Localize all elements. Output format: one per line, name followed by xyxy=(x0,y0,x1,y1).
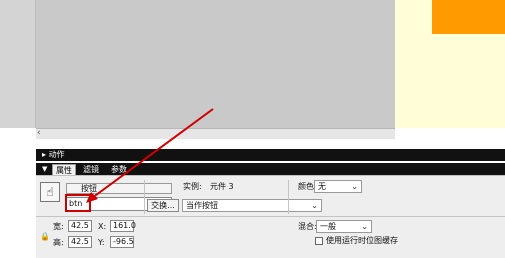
blend-select[interactable]: 一般 ⌄ xyxy=(316,220,372,233)
actions-panel-title: 动作 xyxy=(48,150,65,159)
instance-label: 实例: xyxy=(183,182,202,191)
width-value: 42.5 xyxy=(71,221,89,230)
button-symbol-icon: ☝ xyxy=(40,182,60,202)
height-value: 42.5 xyxy=(71,237,89,246)
symbol-type-value: 按钮 xyxy=(81,184,97,193)
work-area[interactable] xyxy=(36,0,395,128)
y-value: -96.5 xyxy=(113,237,134,246)
width-input[interactable]: 42.5 xyxy=(68,220,92,232)
x-value: 161.0 xyxy=(113,221,136,230)
annotation-highlight-box xyxy=(65,194,91,212)
instance-of-value: 元件 3 xyxy=(210,182,234,191)
blend-label: 混合: xyxy=(298,222,317,231)
divider xyxy=(144,180,145,214)
horizontal-scrollbar[interactable]: ‹ xyxy=(36,128,395,139)
dropdown-arrow-icon: ⌄ xyxy=(351,182,358,191)
divider xyxy=(288,180,289,214)
stage-area xyxy=(0,0,505,128)
tab-properties[interactable]: 属性 xyxy=(52,164,76,175)
height-label: 高: xyxy=(53,238,64,247)
track-as-value: 当作按钮 xyxy=(186,201,218,210)
collapse-triangle-icon[interactable]: ▼ xyxy=(42,163,47,175)
actions-panel-header[interactable]: ▸ 动作 xyxy=(36,149,505,161)
y-label: Y: xyxy=(98,238,105,247)
properties-panel: ☝ 按钮 btn 实例: 元件 3 交换... 当作按钮 ⌄ 颜色: 无 ⌄ 🔒… xyxy=(36,175,505,258)
height-input[interactable]: 42.5 xyxy=(68,236,92,248)
color-effect-select[interactable]: 无 ⌄ xyxy=(314,180,362,193)
width-label: 宽: xyxy=(53,222,64,231)
tab-parameters[interactable]: 参数 xyxy=(108,164,130,175)
color-value: 无 xyxy=(318,182,326,191)
properties-tabbar: ▼ 属性 滤镜 参数 xyxy=(36,163,505,175)
dropdown-arrow-icon: ⌄ xyxy=(361,222,368,231)
symbol-type-select[interactable]: 按钮 xyxy=(66,183,172,194)
stage-shape[interactable] xyxy=(432,0,505,34)
x-label: X: xyxy=(98,222,107,231)
scroll-left-icon[interactable]: ‹ xyxy=(37,128,41,138)
blend-value: 一般 xyxy=(320,222,336,231)
left-toolbar-strip xyxy=(0,0,36,128)
tab-filters[interactable]: 滤镜 xyxy=(80,164,102,175)
lock-icon[interactable]: 🔒 xyxy=(40,232,50,241)
x-input[interactable]: 161.0 xyxy=(110,220,136,232)
collapse-triangle-icon[interactable]: ▸ xyxy=(42,150,46,159)
bitmap-cache-label: 使用运行时位图缓存 xyxy=(326,236,398,245)
swap-button-label: 交换... xyxy=(151,201,175,210)
track-as-select[interactable]: 当作按钮 ⌄ xyxy=(182,199,322,212)
bitmap-cache-checkbox[interactable] xyxy=(315,237,323,245)
y-input[interactable]: -96.5 xyxy=(110,236,134,248)
divider xyxy=(36,216,505,217)
swap-button[interactable]: 交换... xyxy=(147,199,179,212)
dropdown-arrow-icon: ⌄ xyxy=(311,201,318,210)
